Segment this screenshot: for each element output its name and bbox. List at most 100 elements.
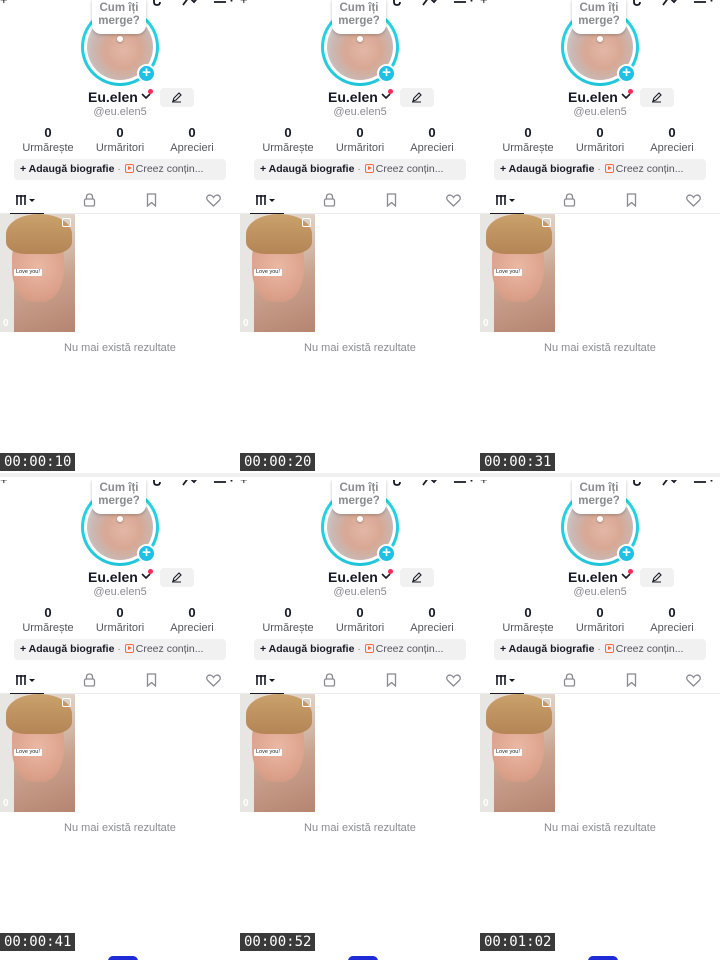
stat-following[interactable]: 0 Urmărește [8,606,88,635]
tiktok-studio-icon[interactable] [630,480,650,486]
stat-followers[interactable]: 0 Urmăritori [80,606,160,635]
creator-button[interactable]: Creez conțin... [376,163,444,175]
plus-icon[interactable]: + [240,480,248,486]
add-bio-button[interactable]: + Adaugă biografie [260,643,354,655]
stat-followers[interactable]: 0 Urmăritori [320,606,400,635]
stat-likes[interactable]: 0 Aprecieri [632,126,712,155]
tab-private[interactable] [545,666,593,694]
tab-videos[interactable] [482,186,530,215]
edit-profile-button[interactable] [160,568,194,587]
stat-likes[interactable]: 0 Aprecieri [152,126,232,155]
plus-icon[interactable]: + [0,0,8,6]
add-bio-button[interactable]: + Adaugă biografie [20,163,114,175]
stat-followers[interactable]: 0 Urmăritori [320,126,400,155]
tab-videos[interactable] [242,186,290,215]
analytics-icon[interactable] [662,0,682,6]
add-story-icon[interactable]: + [377,64,396,83]
add-bio-button[interactable]: + Adaugă biografie [20,643,114,655]
stat-following[interactable]: 0 Urmărește [248,606,328,635]
tab-videos[interactable] [2,666,50,695]
creator-button[interactable]: Creez conțin... [376,643,444,655]
video-thumbnail[interactable]: Love you! 0 [240,694,315,812]
tab-liked[interactable] [189,186,237,214]
plus-icon[interactable]: + [240,0,248,6]
menu-icon[interactable] [454,480,474,486]
status-bubble[interactable]: Cum îți merge? [572,480,626,514]
stat-likes[interactable]: 0 Aprecieri [632,606,712,635]
analytics-icon[interactable] [422,480,442,486]
tab-liked[interactable] [189,666,237,694]
tab-private[interactable] [65,666,113,694]
stat-likes[interactable]: 0 Aprecieri [392,606,472,635]
tab-private[interactable] [65,186,113,214]
add-story-icon[interactable]: + [377,544,396,563]
tab-saved[interactable] [367,186,415,214]
creator-button[interactable]: Creez conțin... [616,643,684,655]
status-bubble[interactable]: Cum îți merge? [92,0,146,34]
username[interactable]: Eu.elen [568,89,618,105]
tab-saved[interactable] [607,186,655,214]
edit-profile-button[interactable] [400,88,434,107]
username[interactable]: Eu.elen [568,569,618,585]
stat-following[interactable]: 0 Urmărește [8,126,88,155]
status-bubble[interactable]: Cum îți merge? [572,0,626,34]
status-bubble[interactable]: Cum îți merge? [332,480,386,514]
username[interactable]: Eu.elen [88,569,138,585]
add-story-icon[interactable]: + [617,64,636,83]
tab-videos[interactable] [482,666,530,695]
creator-button[interactable]: Creez conțin... [616,163,684,175]
username[interactable]: Eu.elen [328,89,378,105]
add-bio-button[interactable]: + Adaugă biografie [500,643,594,655]
tiktok-studio-icon[interactable] [390,480,410,486]
tab-videos[interactable] [2,186,50,215]
tab-saved[interactable] [127,666,175,694]
plus-icon[interactable]: + [480,0,488,6]
video-thumbnail[interactable]: Love you! 0 [0,694,75,812]
menu-icon[interactable] [214,0,234,6]
analytics-icon[interactable] [662,480,682,486]
tiktok-studio-icon[interactable] [150,0,170,6]
status-bubble[interactable]: Cum îți merge? [92,480,146,514]
tab-private[interactable] [545,186,593,214]
tiktok-studio-icon[interactable] [390,0,410,6]
menu-icon[interactable] [214,480,234,486]
tab-liked[interactable] [669,186,717,214]
add-bio-button[interactable]: + Adaugă biografie [500,163,594,175]
tab-saved[interactable] [127,186,175,214]
username[interactable]: Eu.elen [88,89,138,105]
tiktok-studio-icon[interactable] [630,0,650,6]
tab-liked[interactable] [429,186,477,214]
tiktok-studio-icon[interactable] [150,480,170,486]
tab-private[interactable] [305,666,353,694]
creator-button[interactable]: Creez conțin... [136,163,204,175]
status-bubble[interactable]: Cum îți merge? [332,0,386,34]
analytics-icon[interactable] [182,480,202,486]
stat-followers[interactable]: 0 Urmăritori [560,126,640,155]
add-story-icon[interactable]: + [617,544,636,563]
tab-saved[interactable] [367,666,415,694]
analytics-icon[interactable] [182,0,202,6]
menu-icon[interactable] [454,0,474,6]
video-thumbnail[interactable]: Love you! 0 [480,694,555,812]
video-thumbnail[interactable]: Love you! 0 [240,214,315,332]
add-bio-button[interactable]: + Adaugă biografie [260,163,354,175]
edit-profile-button[interactable] [160,88,194,107]
analytics-icon[interactable] [422,0,442,6]
menu-icon[interactable] [694,480,714,486]
stat-followers[interactable]: 0 Urmăritori [80,126,160,155]
menu-icon[interactable] [694,0,714,6]
creator-button[interactable]: Creez conțin... [136,643,204,655]
add-story-icon[interactable]: + [137,64,156,83]
username[interactable]: Eu.elen [328,569,378,585]
stat-followers[interactable]: 0 Urmăritori [560,606,640,635]
plus-icon[interactable]: + [480,480,488,486]
edit-profile-button[interactable] [640,88,674,107]
stat-likes[interactable]: 0 Aprecieri [392,126,472,155]
video-thumbnail[interactable]: Love you! 0 [480,214,555,332]
plus-icon[interactable]: + [0,480,8,486]
tab-saved[interactable] [607,666,655,694]
tab-liked[interactable] [429,666,477,694]
edit-profile-button[interactable] [640,568,674,587]
video-thumbnail[interactable]: Love you! 0 [0,214,75,332]
tab-liked[interactable] [669,666,717,694]
